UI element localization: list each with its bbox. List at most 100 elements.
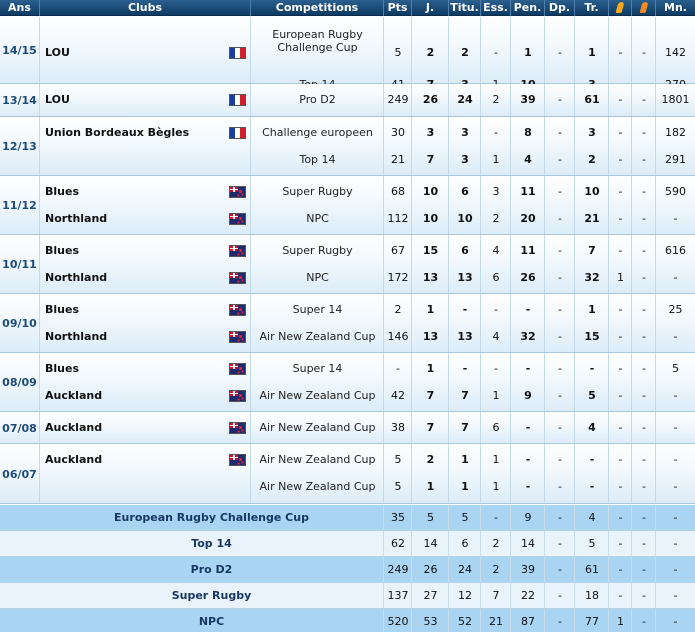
- header-pen[interactable]: Pen.: [511, 0, 545, 16]
- club-name[interactable]: Northland: [45, 268, 107, 288]
- stat-pts: 249: [387, 93, 409, 106]
- stat-tr: 5: [588, 389, 596, 402]
- stat-ess: 2: [492, 212, 500, 225]
- header-clubs[interactable]: Clubs: [40, 0, 251, 16]
- competition-name[interactable]: Air New Zealand Cup: [253, 450, 382, 470]
- stat-j: 2: [426, 453, 435, 466]
- competition-name[interactable]: Air New Zealand Cup: [253, 386, 382, 406]
- season-row: 13/14 LOU Pro D2 249 26 24 2 39 - 61 - - 1801: [0, 84, 695, 117]
- stat-mn: -: [673, 271, 678, 284]
- total-c2: -: [642, 615, 646, 628]
- column-divider: [250, 176, 251, 234]
- stat-c2: -: [642, 480, 646, 493]
- stat-c2: -: [642, 153, 646, 166]
- header-dp[interactable]: Dp.: [545, 0, 575, 16]
- column-divider: [250, 444, 251, 503]
- stat-ess: -: [494, 126, 498, 139]
- stat-tr: 61: [584, 93, 600, 106]
- club-name[interactable]: Blues: [45, 241, 79, 261]
- header-pts[interactable]: Pts: [384, 0, 412, 16]
- stat-tr: 1: [588, 303, 596, 316]
- new-zealand-flag-icon: [229, 272, 246, 284]
- stat-j: 1: [426, 480, 435, 493]
- season-row: 14/15 LOU European Rugby Challenge Cup 5 2 2 -…: [0, 17, 695, 91]
- stat-c1: -: [618, 185, 623, 198]
- header-yellow-card[interactable]: [609, 0, 632, 16]
- season-row: 08/09 Blues Super 14 - 1 - - - - - - - 5 Auckland Air …: [0, 353, 695, 412]
- stat-mn: 142: [665, 46, 686, 59]
- stat-c2: -: [642, 126, 646, 139]
- stat-j: 15: [422, 244, 439, 257]
- competition-name[interactable]: NPC: [253, 268, 382, 288]
- club-name[interactable]: Northland: [45, 209, 107, 229]
- stat-dp: -: [558, 330, 562, 343]
- competition-name[interactable]: Air New Zealand Cup: [253, 418, 382, 438]
- club-name[interactable]: Auckland: [45, 418, 102, 438]
- competition-name[interactable]: Super 14: [253, 359, 382, 379]
- header-ess[interactable]: Ess.: [481, 0, 511, 16]
- competition-name[interactable]: Super 14: [253, 300, 382, 320]
- header-j[interactable]: J.: [412, 0, 449, 16]
- stat-pen: 4: [524, 153, 532, 166]
- club-name[interactable]: LOU: [45, 43, 70, 63]
- stat-pts: 5: [394, 480, 402, 493]
- club-name[interactable]: Northland: [45, 327, 107, 347]
- stat-dp: -: [558, 480, 562, 493]
- header-tr[interactable]: Tr.: [575, 0, 609, 16]
- stat-mn: 590: [665, 185, 686, 198]
- season-year: 10/11: [0, 235, 39, 294]
- competition-name[interactable]: Super Rugby: [253, 241, 382, 261]
- stat-c2: -: [642, 212, 646, 225]
- season-row: 10/11 Blues Super Rugby 67 15 6 4 11 - 7 - - 616 Nort…: [0, 235, 695, 294]
- stat-tr: 10: [584, 185, 600, 198]
- competition-name[interactable]: Air New Zealand Cup: [253, 327, 382, 347]
- header-card[interactable]: [632, 0, 656, 16]
- header-competitions[interactable]: Competitions: [251, 0, 384, 16]
- stat-dp: -: [558, 362, 562, 375]
- total-ess: 21: [489, 615, 503, 628]
- column-divider: [250, 117, 251, 175]
- stat-j: 10: [422, 185, 439, 198]
- club-name[interactable]: LOU: [45, 90, 70, 110]
- stat-pen: 26: [520, 271, 536, 284]
- competition-name[interactable]: Pro D2: [253, 90, 382, 110]
- total-competition-label[interactable]: European Rugby Challenge Cup: [40, 505, 383, 531]
- competition-name[interactable]: Air New Zealand Cup: [253, 477, 382, 497]
- club-name[interactable]: Blues: [45, 182, 79, 202]
- club-name[interactable]: Auckland: [45, 386, 102, 406]
- total-competition-label[interactable]: NPC: [40, 609, 383, 632]
- column-divider: [250, 353, 251, 411]
- stat-pen: -: [525, 421, 531, 434]
- stat-ess: 4: [492, 244, 500, 257]
- column-divider: [39, 84, 40, 116]
- club-name[interactable]: Auckland: [45, 450, 102, 470]
- stat-pen: -: [525, 480, 531, 493]
- stat-titu: 7: [461, 389, 469, 402]
- header-mn[interactable]: Mn.: [656, 0, 695, 16]
- competition-name[interactable]: Challenge europeen: [253, 123, 382, 143]
- header-titu[interactable]: Titu.: [449, 0, 481, 16]
- total-dp: -: [558, 537, 562, 550]
- club-name[interactable]: Union Bordeaux Bègles: [45, 123, 189, 143]
- stat-tr: -: [589, 362, 595, 375]
- competition-name[interactable]: European Rugby Challenge Cup: [253, 28, 382, 54]
- club-name[interactable]: Blues: [45, 300, 79, 320]
- stat-mn: -: [673, 389, 678, 402]
- stat-titu: 3: [461, 126, 469, 139]
- stat-dp: -: [558, 153, 562, 166]
- season-year: 09/10: [0, 294, 39, 353]
- season-year-label: 08/09: [2, 376, 37, 389]
- total-row: Super Rugby 137 27 12 7 22 - 18 - - -: [0, 583, 695, 609]
- total-competition-label[interactable]: Super Rugby: [40, 583, 383, 609]
- competition-name[interactable]: NPC: [253, 209, 382, 229]
- total-c1: -: [618, 563, 623, 576]
- france-flag-icon: [229, 127, 246, 139]
- club-name[interactable]: Blues: [45, 359, 79, 379]
- header-ans[interactable]: Ans: [0, 0, 40, 16]
- total-competition-label[interactable]: Top 14: [40, 531, 383, 557]
- total-competition-label[interactable]: Pro D2: [40, 557, 383, 583]
- stat-pen: -: [525, 453, 531, 466]
- competition-name[interactable]: Super Rugby: [253, 182, 382, 202]
- season-year: 11/12: [0, 176, 39, 235]
- competition-name[interactable]: Top 14: [253, 150, 382, 170]
